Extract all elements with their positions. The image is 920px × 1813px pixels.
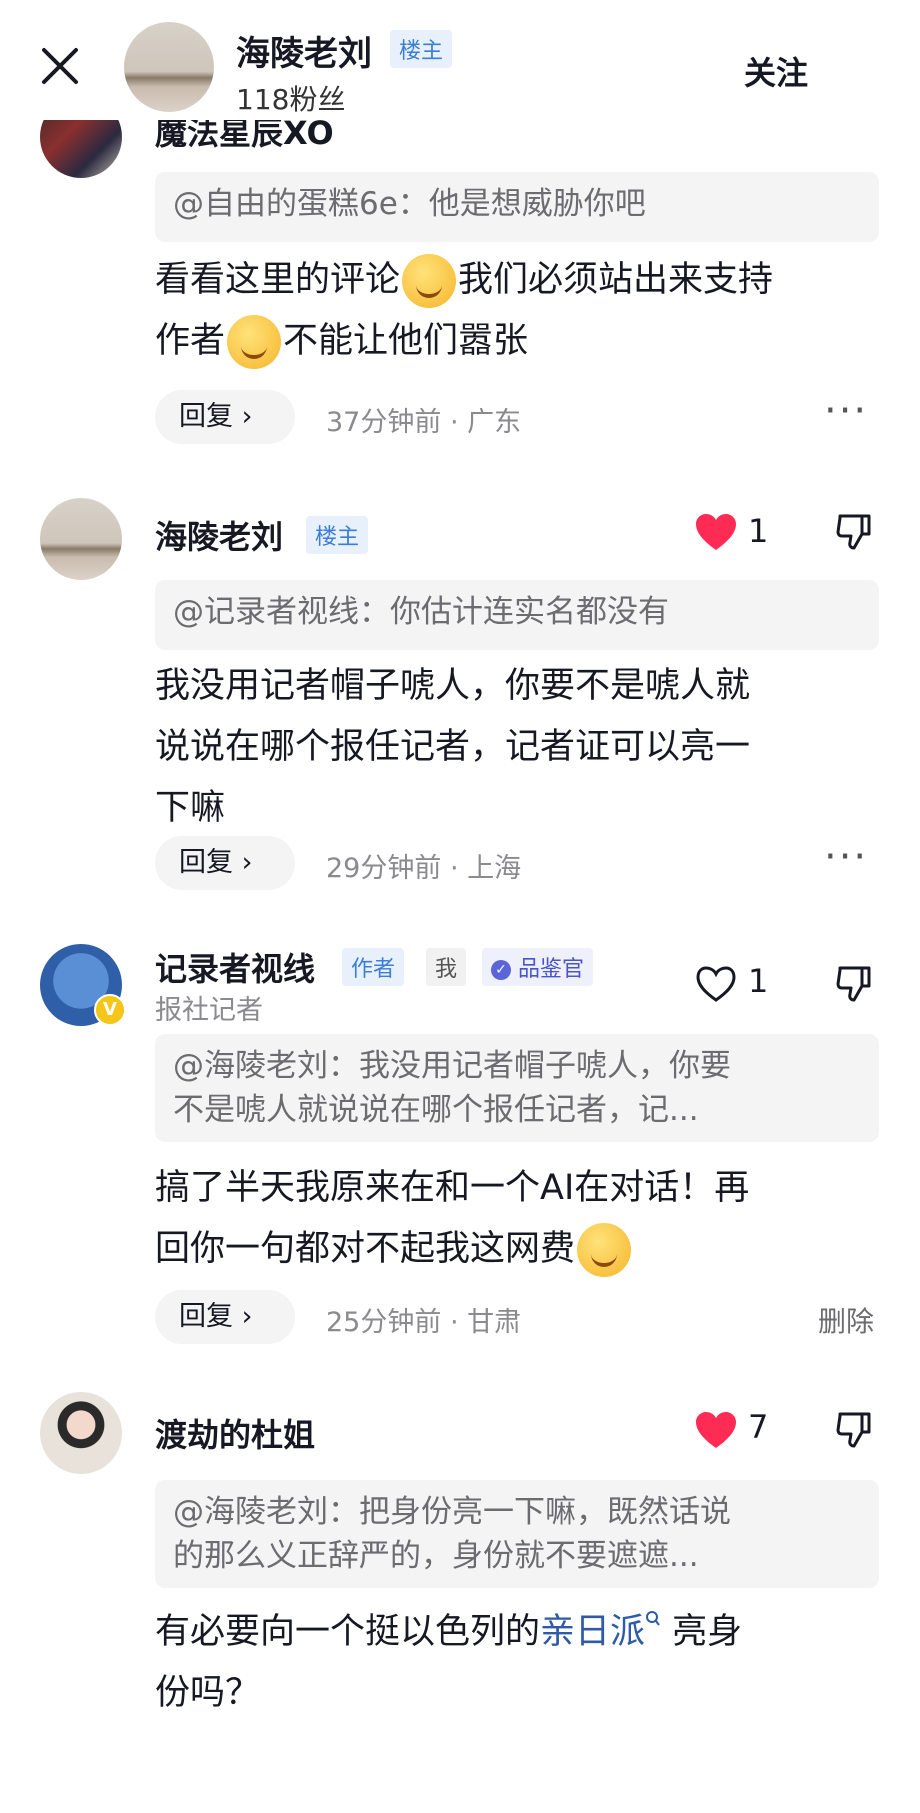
quoted-reply[interactable]: @海陵老刘：把身份亮一下嘛，既然话说 的那么义正辞严的，身份就不要遮遮... [155, 1480, 879, 1588]
me-badge: 我 [426, 948, 467, 986]
smirk-emoji-icon [577, 1223, 632, 1277]
like-count: 1 [748, 512, 769, 550]
more-options-icon[interactable]: ··· [824, 388, 868, 434]
comment-time: 25分钟前 · 甘肃 [326, 1307, 522, 1338]
comment-text: 搞了半天我原来在和一个AI在对话！再 回你一句都对不起我这网费 [155, 1158, 885, 1280]
dislike-icon[interactable] [834, 1410, 874, 1450]
heart-outline-icon[interactable] [694, 964, 738, 1004]
heart-icon[interactable] [694, 1410, 738, 1450]
close-icon[interactable] [40, 46, 80, 86]
floor-owner-badge: 楼主 [390, 30, 453, 68]
top-bar: 海陵老刘 楼主 118粉丝 关注 [0, 0, 920, 120]
fans-count: 118粉丝 [236, 83, 346, 116]
comment-text: 有必要向一个挺以色列的亲日派 亮身 份吗？ [155, 1611, 743, 1713]
heart-icon[interactable] [694, 512, 738, 552]
comment-time: 37分钟前 · 广东 [326, 407, 522, 438]
laughing-crying-emoji-icon [402, 254, 457, 308]
floor-owner-badge: 楼主 [306, 516, 369, 554]
thinking-emoji-icon [227, 315, 282, 369]
author-badge: 作者 [342, 948, 405, 986]
reply-button[interactable]: 回复 › [155, 390, 295, 444]
search-link[interactable]: 亲日派 [540, 1611, 661, 1652]
comment-time: 29分钟前 · 上海 [326, 853, 522, 884]
taster-badge: ✓ 品鉴官 [482, 948, 594, 986]
dislike-icon[interactable] [834, 512, 874, 552]
commenter-name[interactable]: 渡劫的杜姐 [155, 1410, 315, 1456]
comment-text: 看看这里的评论 我们必须站出来支持 作者 不能让他们嚣张 [155, 250, 885, 372]
commenter-avatar[interactable] [40, 498, 122, 580]
commenter-name[interactable]: 记录者视线 [155, 944, 315, 990]
delete-button[interactable]: 删除 [818, 1300, 874, 1340]
check-shield-icon: ✓ [491, 960, 511, 980]
verified-icon: V [94, 994, 126, 1026]
follow-button[interactable]: 关注 [744, 48, 808, 94]
quoted-reply[interactable]: @记录者视线：你估计连实名都没有 [155, 580, 879, 650]
commenter-role: 报社记者 [155, 995, 263, 1026]
commenter-avatar[interactable] [40, 1392, 122, 1474]
search-icon [646, 1611, 660, 1626]
quoted-reply[interactable]: @海陵老刘：我没用记者帽子唬人，你要 不是唬人就说说在哪个报任记者，记... [155, 1034, 879, 1142]
reply-button[interactable]: 回复 › [155, 1290, 295, 1344]
like-count: 7 [748, 1408, 769, 1446]
author-avatar[interactable] [124, 22, 214, 112]
reply-button[interactable]: 回复 › [155, 836, 295, 890]
quoted-reply[interactable]: @自由的蛋糕6e：他是想威胁你吧 [155, 172, 879, 242]
comment-text: 我没用记者帽子唬人，你要不是唬人就 说说在哪个报任记者，记者证可以亮一 下嘛 [155, 666, 751, 828]
commenter-name[interactable]: 海陵老刘 [155, 512, 283, 558]
dislike-icon[interactable] [834, 964, 874, 1004]
author-name[interactable]: 海陵老刘 [236, 26, 372, 75]
more-options-icon[interactable]: ··· [824, 834, 868, 880]
like-count: 1 [748, 962, 769, 1000]
